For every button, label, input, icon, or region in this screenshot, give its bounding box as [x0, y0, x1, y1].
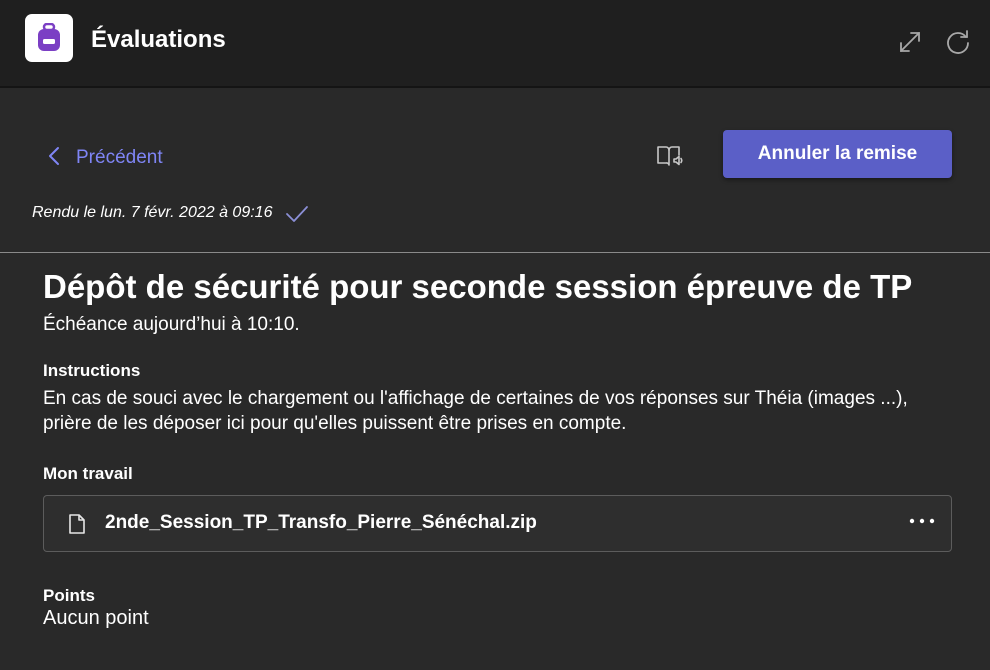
back-label: Précédent	[76, 147, 163, 168]
more-options-icon[interactable]	[907, 508, 937, 534]
instructions-label: Instructions	[43, 361, 141, 380]
app-header: Évaluations	[0, 0, 990, 88]
attachment-card[interactable]: 2nde_Session_TP_Transfo_Pierre_Sénéchal.…	[43, 495, 952, 552]
file-name: 2nde_Session_TP_Transfo_Pierre_Sénéchal.…	[105, 512, 537, 533]
back-button[interactable]: Précédent	[48, 145, 163, 171]
refresh-icon[interactable]	[943, 27, 973, 57]
checkmark-icon	[284, 203, 310, 223]
backpack-icon	[25, 14, 73, 62]
expand-icon[interactable]	[895, 27, 925, 57]
submitted-text: Rendu le lun. 7 févr. 2022 à 09:16	[32, 204, 273, 221]
unsubmit-button[interactable]: Annuler la remise	[723, 130, 952, 178]
chevron-left-icon	[48, 146, 60, 171]
points-value: Aucun point	[43, 607, 149, 629]
submission-status: Rendu le lun. 7 févr. 2022 à 09:16	[32, 203, 310, 223]
file-icon	[68, 513, 86, 540]
due-date: Échéance aujourd’hui à 10:10.	[43, 314, 300, 335]
divider	[0, 252, 990, 253]
my-work-label: Mon travail	[43, 464, 133, 483]
immersive-reader-icon[interactable]	[654, 141, 686, 171]
instructions-text: En cas de souci avec le chargement ou l'…	[43, 388, 908, 434]
points-label: Points	[43, 586, 95, 605]
app-title: Évaluations	[91, 26, 226, 53]
assignment-title: Dépôt de sécurité pour seconde session é…	[43, 268, 913, 305]
